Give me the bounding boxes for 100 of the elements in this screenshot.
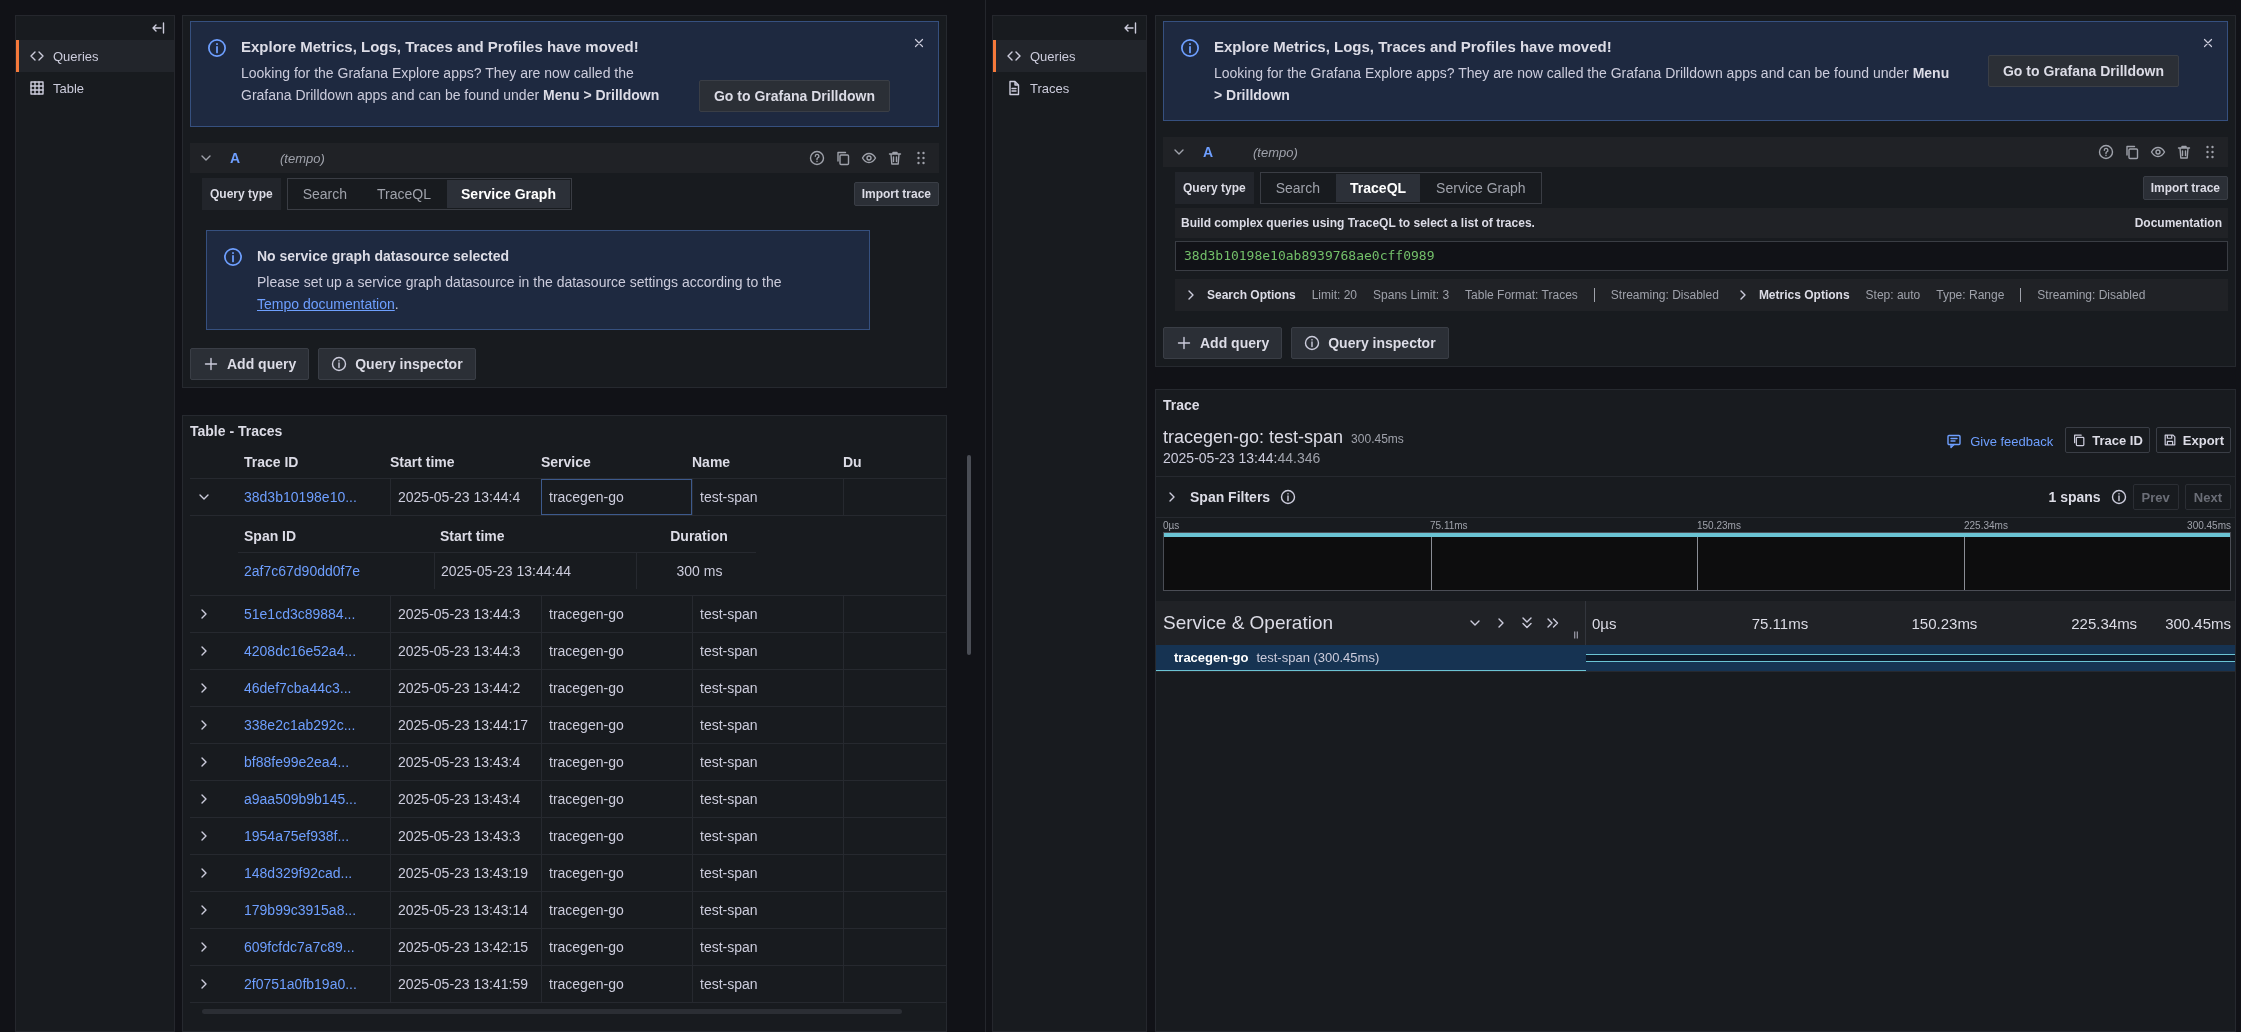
import-trace-button[interactable]: Import trace [853,182,939,206]
table-cell: tracegen-go [541,479,692,515]
column-header: Duration [669,527,729,546]
trace-id-link[interactable]: 148d329f92cad... [244,855,390,891]
options-title[interactable]: Search Options [1207,288,1296,302]
trace-id-link[interactable]: 1954a75ef938f... [244,818,390,854]
sidebar-item[interactable]: Queries [993,40,1146,72]
drilldown-button[interactable]: Go to Grafana Drilldown [699,80,890,112]
query-type-tab[interactable]: Search [288,180,362,208]
table-cell: tracegen-go [541,781,692,817]
trace-id-link[interactable]: a9aa509b9b145... [244,781,390,817]
query-type-tab[interactable]: TraceQL [363,180,445,208]
query-type-tab[interactable]: TraceQL [1336,174,1421,202]
info-icon [1280,489,1297,505]
trace-id-link[interactable]: 4208dc16e52a4... [244,633,390,669]
query-inspector-button[interactable]: Query inspector [1291,327,1449,359]
column-header: Du [843,453,863,472]
eye-icon[interactable] [861,150,877,166]
table-cell: 2025-05-23 13:44:2 [390,670,541,706]
tick-label: 225.34ms [2071,614,2138,632]
import-trace-button[interactable]: Import trace [2142,176,2228,200]
span-label[interactable]: tracegen-go test-span (300.45ms) [1156,645,1586,671]
query-type-tab[interactable]: Search [1261,174,1335,202]
table-cell: tracegen-go [541,929,692,965]
span-operation: test-span (300.45ms) [1256,650,1380,665]
plus-icon [1176,335,1192,351]
close-icon[interactable] [912,36,926,50]
sidebar-item[interactable]: Queries [16,40,174,72]
table-cell: test-span [692,744,843,780]
add-query-button[interactable]: Add query [1163,327,1283,359]
table-cell: 2025-05-23 13:43:14 [390,892,541,928]
give-feedback-link[interactable]: Give feedback [1946,433,2054,449]
trash-icon[interactable] [887,150,903,166]
info-icon [2110,489,2127,505]
span-filters-label[interactable]: Span Filters [1190,489,1271,505]
trace-id-link[interactable]: 51e1cd3c89884... [244,596,390,632]
table-cell: tracegen-go [541,596,692,632]
table-cell: test-span [692,596,843,632]
trace-id-link[interactable]: 338e2c1ab292c... [244,707,390,743]
scrollbar[interactable] [967,455,971,655]
table-cell: 2025-05-23 13:41:59 [390,966,541,1002]
trace-id-link[interactable]: 46def7cba44c3... [244,670,390,706]
sidebar-item[interactable]: Traces [993,72,1146,104]
trash-icon[interactable] [2176,144,2192,160]
collapse-icon[interactable] [1122,20,1138,36]
table-cell: test-span [692,479,843,515]
collapse-icon[interactable] [150,20,166,36]
table-cell: tracegen-go [541,744,692,780]
trace-id-link[interactable]: 38d3b10198e10... [244,479,390,515]
table-cell: tracegen-go [541,855,692,891]
help-icon[interactable] [2098,144,2114,160]
table-cell: test-span [692,633,843,669]
query-type-label: Query type [1175,172,1254,204]
query-type-tab[interactable]: Service Graph [1422,174,1540,202]
resize-handle-icon[interactable] [1571,629,1581,641]
trace-id-button[interactable]: Trace ID [2065,427,2150,453]
table-cell: tracegen-go [541,966,692,1002]
documentation-link[interactable]: Tempo documentation [257,296,395,312]
close-icon[interactable] [2201,36,2215,50]
tick-label: 0µs [1163,520,1180,532]
query-type-tab[interactable]: Service Graph [447,180,570,208]
copy-icon[interactable] [2124,144,2140,160]
query-inspector-button[interactable]: Query inspector [318,348,476,380]
copy-icon[interactable] [835,150,851,166]
span-id-link[interactable]: 2af7c67d90dd0f7e [238,553,434,589]
trace-id-link[interactable]: 179b99c3915a8... [244,892,390,928]
sidebar-item[interactable]: Table [16,72,174,104]
help-icon[interactable] [809,150,825,166]
table-cell: 2025-05-23 13:44:4 [390,479,541,515]
option-text: Step: auto [1865,288,1921,302]
eye-icon[interactable] [2150,144,2166,160]
datasource-name: (tempo) [1253,144,1298,160]
options-title[interactable]: Metrics Options [1758,288,1850,302]
table-cell: tracegen-go [541,892,692,928]
add-query-button[interactable]: Add query [190,348,310,380]
trace-id-link[interactable]: 609fcfdc7a7c89... [244,929,390,965]
table-cell: test-span [692,781,843,817]
panel-title: Trace [1162,396,1201,415]
double-chevron-right-icon[interactable] [1545,615,1561,631]
table-cell: 2025-05-23 13:43:4 [390,781,541,817]
table-cell: 2025-05-23 13:44:17 [390,707,541,743]
alert-text: Looking for the Grafana Explore apps? They are now called the Grafana Drilldown apps and can be found under Menu > Drilldown [1214,64,1951,105]
drilldown-button[interactable]: Go to Grafana Drilldown [1988,55,2179,87]
option-text: Spans Limit: 3 [1373,288,1450,302]
query-field[interactable]: 38d3b10198e10ab8939768ae0cff0989 [1175,241,2228,271]
trace-id-link[interactable]: 2f0751a0fb19a0... [244,966,390,1002]
tick-label: 75.11ms [1430,520,1468,532]
alert-title: Explore Metrics, Logs, Traces and Profiles have moved! [1214,37,1613,57]
table-icon [29,80,45,96]
span-service: tracegen-go [1174,650,1249,665]
document-icon [1006,80,1022,96]
documentation-link[interactable]: Documentation [2134,216,2222,230]
trace-id-link[interactable]: bf88fe99e2ea4... [244,744,390,780]
table-cell: 2025-05-23 13:43:3 [390,818,541,854]
double-chevron-down-icon[interactable] [1519,615,1535,631]
table-cell: 300 ms [636,553,756,589]
table-cell: tracegen-go [541,707,692,743]
alert-text: Looking for the Grafana Explore apps? They are now called the Grafana Drilldown apps and can be found under Menu > Drilldown [241,64,661,105]
notice-title: No service graph datasource selected [257,247,511,266]
export-button[interactable]: Export [2155,427,2231,453]
